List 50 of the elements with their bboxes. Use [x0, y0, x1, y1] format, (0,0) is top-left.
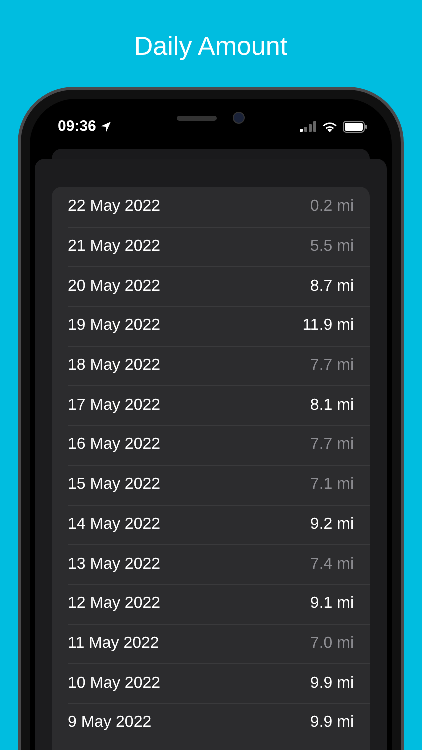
list-row[interactable]: 10 May 2022 9.9 mi	[68, 663, 370, 703]
date-label: 18 May 2022	[68, 357, 161, 376]
distance-value: 7.7 mi	[310, 436, 354, 454]
date-label: 9 May 2022	[68, 714, 152, 732]
date-label: 12 May 2022	[68, 595, 161, 614]
signal-icon	[300, 121, 317, 132]
location-arrow-icon	[100, 120, 112, 132]
distance-value: 9.1 mi	[310, 595, 354, 614]
list-row[interactable]: 22 May 2022 0.2 mi	[68, 187, 370, 227]
distance-value: 7.7 mi	[310, 357, 354, 376]
distance-value: 7.1 mi	[310, 476, 354, 494]
list-row[interactable]: 16 May 2022 7.7 mi	[68, 425, 370, 465]
distance-value: 5.5 mi	[310, 238, 354, 256]
distance-value: 0.2 mi	[310, 198, 354, 216]
date-label: 10 May 2022	[68, 674, 161, 693]
camera-lens	[233, 112, 246, 124]
date-label: 13 May 2022	[68, 556, 161, 574]
speaker-grille	[177, 116, 218, 120]
date-label: 17 May 2022	[68, 396, 161, 415]
headline: Daily Amount	[134, 30, 288, 63]
distance-value: 7.4 mi	[310, 556, 354, 574]
distance-value: 8.7 mi	[310, 278, 354, 296]
list-row[interactable]: 14 May 2022 9.2 mi	[68, 504, 370, 544]
distance-value: 8.1 mi	[310, 396, 354, 415]
list-row[interactable]: 11 May 2022 7.0 mi	[68, 624, 370, 664]
list-row[interactable]: 12 May 2022 9.1 mi	[68, 584, 370, 624]
distance-value: 9.9 mi	[310, 674, 354, 693]
list-row[interactable]: 13 May 2022 7.4 mi	[68, 544, 370, 584]
distance-value: 7.0 mi	[310, 634, 354, 653]
wifi-icon	[322, 120, 338, 132]
distance-value: 9.2 mi	[310, 516, 354, 534]
battery-icon	[343, 120, 368, 132]
list-row[interactable]: 21 May 2022 5.5 mi	[68, 226, 370, 266]
distance-value: 11.9 mi	[302, 317, 354, 336]
distance-value: 9.9 mi	[310, 714, 354, 732]
date-label: 11 May 2022	[68, 634, 160, 653]
date-label: 16 May 2022	[68, 436, 161, 454]
date-label: 22 May 2022	[68, 198, 161, 216]
list-row[interactable]: 15 May 2022 7.1 mi	[68, 464, 370, 504]
date-label: 15 May 2022	[68, 476, 161, 494]
list-row[interactable]: 9 May 2022 9.9 mi	[68, 702, 370, 743]
date-label: 20 May 2022	[68, 278, 161, 296]
date-label: 21 May 2022	[68, 238, 161, 256]
list-row[interactable]: 19 May 2022 11.9 mi	[68, 306, 370, 346]
list-row[interactable]: 17 May 2022 8.1 mi	[68, 385, 370, 426]
list-row[interactable]: 18 May 2022 7.7 mi	[68, 346, 370, 386]
date-label: 19 May 2022	[68, 317, 161, 336]
status-time: 09:36	[58, 118, 96, 135]
date-label: 14 May 2022	[68, 516, 161, 534]
list-row[interactable]: 20 May 2022 8.7 mi	[68, 266, 370, 306]
